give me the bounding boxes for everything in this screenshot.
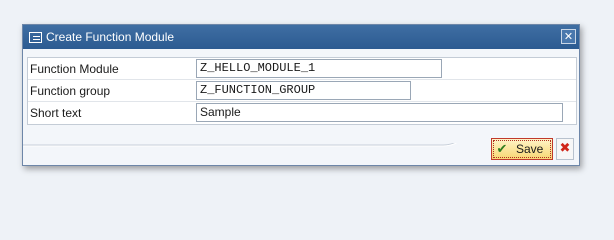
checkmark-icon: ✔ bbox=[496, 141, 508, 157]
close-icon[interactable]: ✕ bbox=[561, 29, 576, 44]
create-function-module-dialog: Create Function Module ✕ Function Module… bbox=[22, 24, 580, 166]
function-group-row: Function group Z_FUNCTION_GROUP bbox=[28, 80, 576, 102]
short-text-row: Short text Sample bbox=[28, 102, 576, 124]
create-document-icon bbox=[29, 31, 42, 43]
function-module-label: Function Module bbox=[30, 62, 119, 76]
function-module-field[interactable]: Z_HELLO_MODULE_1 bbox=[196, 59, 442, 78]
save-button[interactable]: ✔ Save bbox=[491, 138, 553, 160]
short-text-label: Short text bbox=[30, 106, 82, 120]
function-group-field[interactable]: Z_FUNCTION_GROUP bbox=[196, 81, 411, 100]
function-group-label: Function group bbox=[30, 84, 111, 98]
dialog-titlebar: Create Function Module ✕ bbox=[23, 25, 579, 49]
short-text-field[interactable]: Sample bbox=[196, 103, 563, 122]
cancel-button[interactable]: ✖ bbox=[556, 138, 574, 160]
function-module-row: Function Module Z_HELLO_MODULE_1 bbox=[28, 58, 576, 80]
dialog-title: Create Function Module bbox=[46, 30, 175, 44]
cancel-x-icon: ✖ bbox=[559, 141, 571, 156]
save-button-label: Save bbox=[516, 142, 544, 156]
form-area: Function Module Z_HELLO_MODULE_1 Functio… bbox=[27, 57, 577, 125]
